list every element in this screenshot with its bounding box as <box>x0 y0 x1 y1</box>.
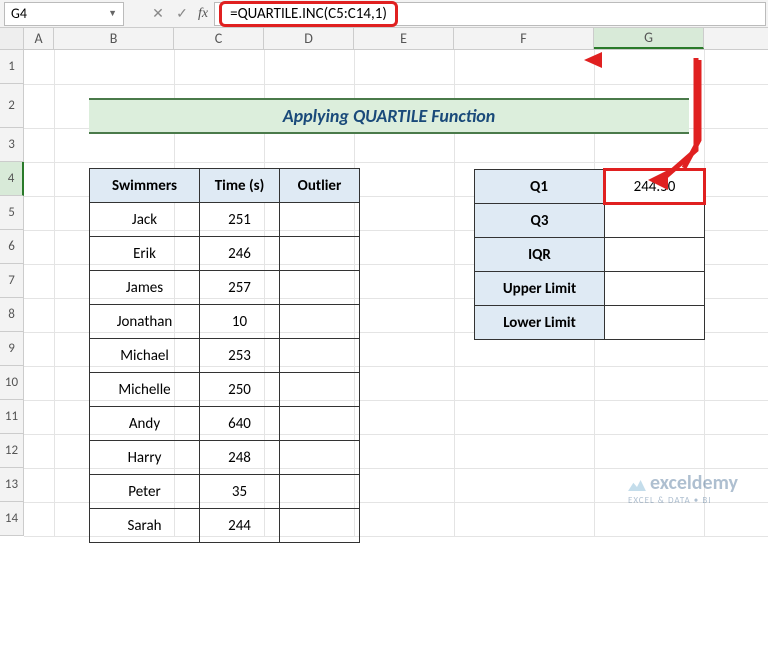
cell[interactable] <box>280 373 360 407</box>
stat-label[interactable]: Q1 <box>475 170 605 204</box>
col-header-C[interactable]: C <box>174 28 264 49</box>
table-row: Jack251 <box>90 203 360 237</box>
stats-table: Q1244.50Q3IQRUpper LimitLower Limit <box>474 168 706 340</box>
cell[interactable]: 248 <box>200 441 280 475</box>
row-header-13[interactable]: 13 <box>0 468 24 502</box>
stat-label[interactable]: IQR <box>475 238 605 272</box>
row-header-7[interactable]: 7 <box>0 264 24 298</box>
row-header-2[interactable]: 2 <box>0 84 24 128</box>
stat-label[interactable]: Lower Limit <box>475 306 605 340</box>
page-title: Applying QUARTILE Function <box>89 98 689 134</box>
cell[interactable] <box>280 305 360 339</box>
header-swimmers[interactable]: Swimmers <box>90 169 200 203</box>
table-row: Andy640 <box>90 407 360 441</box>
chart-icon <box>628 477 646 491</box>
row-headers: 1234567891011121314 <box>0 50 24 536</box>
table-row: Peter35 <box>90 475 360 509</box>
table-row: Jonathan10 <box>90 305 360 339</box>
col-header-E[interactable]: E <box>354 28 454 49</box>
cell-grid[interactable]: Applying QUARTILE Function Swimmers Time… <box>24 50 768 536</box>
cell[interactable] <box>280 339 360 373</box>
row-header-8[interactable]: 8 <box>0 298 24 332</box>
cell[interactable]: James <box>90 271 200 305</box>
table-row: Michael253 <box>90 339 360 373</box>
data-table: Swimmers Time (s) Outlier Jack251Erik246… <box>89 168 360 543</box>
table-row: Lower Limit <box>475 306 705 340</box>
col-header-G[interactable]: G <box>594 28 704 49</box>
table-row: Upper Limit <box>475 272 705 306</box>
cell[interactable]: 246 <box>200 237 280 271</box>
col-header-A[interactable]: A <box>24 28 54 49</box>
stat-value[interactable] <box>605 272 705 306</box>
formula-text: =QUARTILE.INC(C5:C14,1) <box>230 5 387 23</box>
cell[interactable] <box>280 441 360 475</box>
select-all-corner[interactable] <box>0 28 24 49</box>
row-header-12[interactable]: 12 <box>0 434 24 468</box>
col-header-F[interactable]: F <box>454 28 594 49</box>
cell[interactable]: Michelle <box>90 373 200 407</box>
table-row: Q1244.50 <box>475 170 705 204</box>
row-header-1[interactable]: 1 <box>0 50 24 84</box>
fx-icon[interactable]: fx <box>198 6 208 22</box>
cell[interactable]: 244 <box>200 509 280 543</box>
formula-bar: G4 ▼ ✕ ✓ fx =QUARTILE.INC(C5:C14,1) <box>0 0 768 28</box>
cell[interactable] <box>280 271 360 305</box>
cell[interactable] <box>280 475 360 509</box>
table-row: IQR <box>475 238 705 272</box>
cell[interactable]: Michael <box>90 339 200 373</box>
col-header-D[interactable]: D <box>264 28 354 49</box>
table-header-row: Swimmers Time (s) Outlier <box>90 169 360 203</box>
cell[interactable]: 250 <box>200 373 280 407</box>
row-header-3[interactable]: 3 <box>0 128 24 162</box>
chevron-down-icon[interactable]: ▼ <box>108 8 117 19</box>
cell[interactable]: Andy <box>90 407 200 441</box>
col-header-B[interactable]: B <box>54 28 174 49</box>
table-row: Erik246 <box>90 237 360 271</box>
row-header-14[interactable]: 14 <box>0 502 24 536</box>
table-row: Q3 <box>475 204 705 238</box>
cancel-icon[interactable]: ✕ <box>146 2 170 26</box>
cell[interactable]: Jonathan <box>90 305 200 339</box>
table-row: Sarah244 <box>90 509 360 543</box>
cell[interactable]: Erik <box>90 237 200 271</box>
formula-input[interactable]: =QUARTILE.INC(C5:C14,1) <box>214 2 766 26</box>
cell[interactable] <box>280 203 360 237</box>
cell[interactable] <box>280 237 360 271</box>
row-header-4[interactable]: 4 <box>0 162 24 196</box>
watermark: exceldemy EXCEL & DATA • BI <box>628 471 738 506</box>
cell[interactable]: 253 <box>200 339 280 373</box>
name-box[interactable]: G4 ▼ <box>4 2 124 26</box>
stat-label[interactable]: Q3 <box>475 204 605 238</box>
cell[interactable] <box>280 407 360 441</box>
row-header-10[interactable]: 10 <box>0 366 24 400</box>
stat-value[interactable] <box>605 306 705 340</box>
stat-value[interactable] <box>605 204 705 238</box>
formula-highlight: =QUARTILE.INC(C5:C14,1) <box>219 1 398 27</box>
row-header-9[interactable]: 9 <box>0 332 24 366</box>
stat-value[interactable]: 244.50 <box>605 170 705 204</box>
column-headers: ABCDEFG <box>0 28 768 50</box>
table-row: James257 <box>90 271 360 305</box>
table-row: Harry248 <box>90 441 360 475</box>
row-header-6[interactable]: 6 <box>0 230 24 264</box>
name-box-value: G4 <box>11 5 27 22</box>
header-time[interactable]: Time (s) <box>200 169 280 203</box>
cell[interactable]: 640 <box>200 407 280 441</box>
cell[interactable]: Jack <box>90 203 200 237</box>
cell[interactable]: Sarah <box>90 509 200 543</box>
check-icon[interactable]: ✓ <box>170 2 194 26</box>
stat-label[interactable]: Upper Limit <box>475 272 605 306</box>
cell[interactable]: 35 <box>200 475 280 509</box>
cell[interactable] <box>280 509 360 543</box>
cell[interactable]: 257 <box>200 271 280 305</box>
header-outlier[interactable]: Outlier <box>280 169 360 203</box>
cell[interactable]: 251 <box>200 203 280 237</box>
stat-value[interactable] <box>605 238 705 272</box>
row-header-5[interactable]: 5 <box>0 196 24 230</box>
table-row: Michelle250 <box>90 373 360 407</box>
row-header-11[interactable]: 11 <box>0 400 24 434</box>
cell[interactable]: Harry <box>90 441 200 475</box>
cell[interactable]: Peter <box>90 475 200 509</box>
cell[interactable]: 10 <box>200 305 280 339</box>
